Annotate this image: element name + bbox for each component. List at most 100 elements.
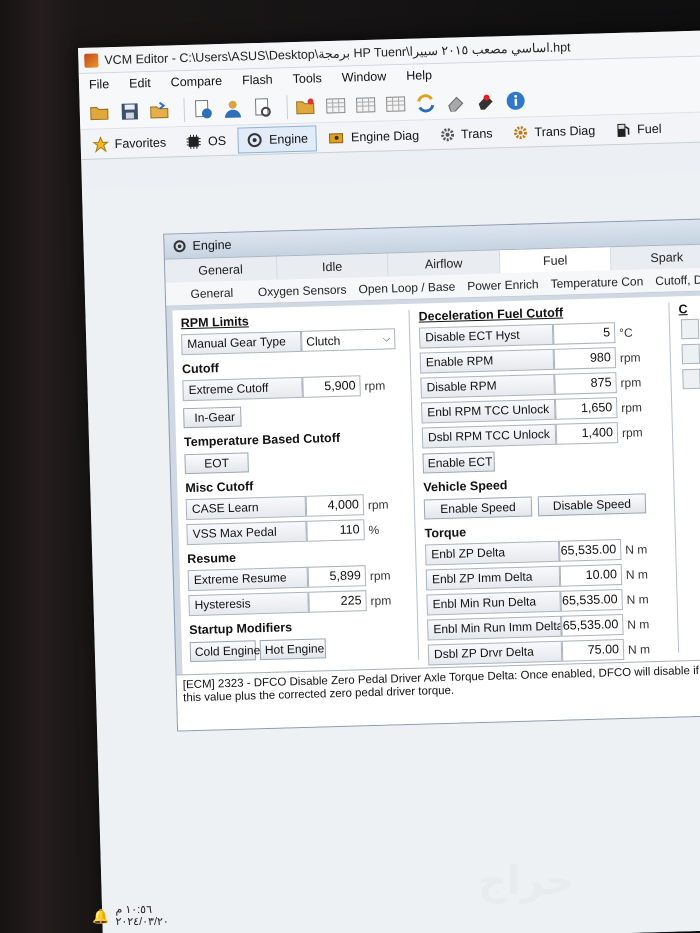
- torque-value[interactable]: 75.00: [561, 638, 625, 662]
- menu-window[interactable]: Window: [342, 69, 387, 84]
- menu-file[interactable]: File: [89, 77, 110, 92]
- in-gear-button[interactable]: In-Gear: [183, 406, 242, 428]
- module-tab-trans[interactable]: Trans: [431, 120, 501, 148]
- dfco-value[interactable]: 980: [553, 347, 617, 370]
- extreme-resume-label: Extreme Resume: [187, 566, 309, 592]
- dfco-value[interactable]: 875: [554, 372, 617, 395]
- dfco-value[interactable]: 5: [552, 322, 616, 345]
- extreme-cutoff-row: Extreme Cutoff 5,900 rpm: [182, 373, 401, 402]
- partial-button[interactable]: [681, 343, 700, 365]
- torque-label: Enbl ZP Imm Delta: [425, 565, 561, 591]
- save-icon[interactable]: [117, 99, 142, 124]
- module-tab-favorites[interactable]: Favorites: [84, 129, 174, 157]
- refresh-swap-icon[interactable]: [413, 90, 438, 115]
- open-folder-icon[interactable]: [87, 100, 112, 125]
- middle-column: Deceleration Fuel Cutoff Disable ECT Hys…: [418, 297, 668, 669]
- toolbar-separator: [286, 94, 289, 119]
- new-file-icon[interactable]: [293, 94, 318, 119]
- user-vehicle-icon[interactable]: [220, 96, 245, 121]
- star-icon: [92, 135, 109, 153]
- clock-date: ٢٠٢٤/٠٣/٢٠: [115, 916, 169, 928]
- extreme-cutoff-value[interactable]: 5,900: [302, 375, 361, 398]
- unit-label: N m: [627, 616, 650, 632]
- unit-label: °C: [618, 325, 633, 340]
- subtab-power-enrich[interactable]: Power Enrich: [461, 272, 545, 297]
- module-tab-fuel[interactable]: Fuel: [607, 115, 670, 143]
- module-label: Trans Diag: [534, 123, 596, 139]
- tab-airflow[interactable]: Airflow: [388, 250, 501, 277]
- in-gear-row: In-Gear: [183, 400, 402, 429]
- vss-max-pedal-value[interactable]: 110: [306, 519, 365, 542]
- eot-row: EOT: [184, 446, 403, 475]
- enable-ect-button[interactable]: Enable ECT: [422, 451, 495, 474]
- module-tab-engine[interactable]: Engine: [237, 124, 318, 154]
- subtab-general[interactable]: General: [172, 280, 253, 305]
- manual-gear-type-row: Manual Gear Type Clutch ⌵: [181, 327, 400, 356]
- extreme-cutoff-label: Extreme Cutoff: [182, 376, 303, 402]
- menu-compare[interactable]: Compare: [171, 74, 223, 89]
- open-recent-icon[interactable]: [147, 98, 172, 123]
- menu-edit[interactable]: Edit: [129, 76, 151, 91]
- info-icon[interactable]: [503, 88, 528, 113]
- unit-label: N m: [626, 591, 649, 607]
- tab-spark[interactable]: Spark: [611, 244, 700, 271]
- eraser-icon[interactable]: [443, 90, 468, 115]
- subtab-cutoff[interactable]: Cutoff, D: [649, 267, 700, 292]
- module-tab-trans-diag[interactable]: Trans Diag: [504, 117, 603, 146]
- unit-label: rpm: [367, 497, 389, 512]
- unit-label: N m: [625, 566, 649, 582]
- hysteresis-value[interactable]: 225: [308, 590, 367, 613]
- table-icon[interactable]: [323, 93, 348, 118]
- torque-value[interactable]: 65,535.00: [560, 589, 623, 612]
- partial-button[interactable]: [680, 318, 700, 340]
- unit-label: %: [368, 522, 380, 537]
- chip-write-icon[interactable]: [473, 89, 498, 114]
- hot-engine-button[interactable]: Hot Engine: [259, 637, 327, 660]
- eot-button[interactable]: EOT: [184, 451, 249, 474]
- extreme-resume-value[interactable]: 5,899: [307, 565, 367, 588]
- torque-value[interactable]: 65,535.00: [561, 614, 624, 637]
- dfco-label: Dsbl RPM TCC Unlock: [421, 423, 557, 449]
- disable-speed-button[interactable]: Disable Speed: [537, 492, 647, 516]
- subtab-temperature-con[interactable]: Temperature Con: [544, 269, 649, 295]
- menu-tools[interactable]: Tools: [292, 71, 322, 86]
- torque-value[interactable]: 65,535.00: [558, 539, 622, 562]
- subtab-open-loop-base[interactable]: Open Loop / Base: [352, 274, 461, 300]
- enable-speed-button[interactable]: Enable Speed: [423, 496, 533, 520]
- module-label: OS: [207, 133, 227, 148]
- torque-value[interactable]: 10.00: [559, 564, 623, 587]
- tab-idle[interactable]: Idle: [276, 253, 389, 280]
- bell-icon: 🔔: [92, 907, 110, 924]
- cold-engine-button[interactable]: Cold Engine: [189, 639, 260, 662]
- partial-button[interactable]: [682, 368, 700, 390]
- mdi-workspace: Engine General Idle Airflow Fuel Spark G…: [81, 172, 700, 933]
- tab-fuel[interactable]: Fuel: [499, 247, 612, 274]
- hysteresis-row: Hysteresis 225 rpm: [188, 588, 407, 617]
- unit-label: N m: [625, 541, 648, 557]
- module-tab-engine-diag[interactable]: Engine Diag: [321, 122, 428, 151]
- gear-icon: [439, 126, 455, 142]
- dfco-label: Disable RPM: [420, 373, 555, 399]
- dfco-value[interactable]: 1,400: [555, 422, 619, 445]
- case-learn-label: CASE Learn: [185, 495, 307, 521]
- taskbar-clock: ١٠:٥٦ م ٢٠٢٤/٠٣/٢٠: [115, 904, 168, 928]
- subtab-oxygen-sensors[interactable]: Oxygen Sensors: [252, 277, 353, 303]
- manual-gear-type-select[interactable]: Clutch ⌵: [300, 328, 396, 352]
- tab-general[interactable]: General: [164, 256, 278, 283]
- dfco-value[interactable]: 1,650: [554, 397, 618, 420]
- module-label: Favorites: [114, 135, 167, 151]
- table-icon[interactable]: [383, 91, 408, 116]
- chip-icon: [186, 133, 202, 149]
- table-icon[interactable]: [353, 92, 378, 117]
- menu-flash[interactable]: Flash: [242, 73, 273, 88]
- module-label: Fuel: [636, 121, 662, 136]
- dfco-label: Enable RPM: [419, 348, 555, 374]
- module-tab-os[interactable]: OS: [178, 127, 235, 155]
- case-learn-row: CASE Learn 4,000 rpm: [185, 492, 405, 521]
- compare-icon[interactable]: [250, 95, 275, 120]
- toolbar-separator: [183, 97, 186, 122]
- case-learn-value[interactable]: 4,000: [305, 494, 365, 517]
- menu-help[interactable]: Help: [406, 68, 432, 83]
- engine-icon: [172, 239, 186, 253]
- file-info-icon[interactable]: [190, 97, 215, 122]
